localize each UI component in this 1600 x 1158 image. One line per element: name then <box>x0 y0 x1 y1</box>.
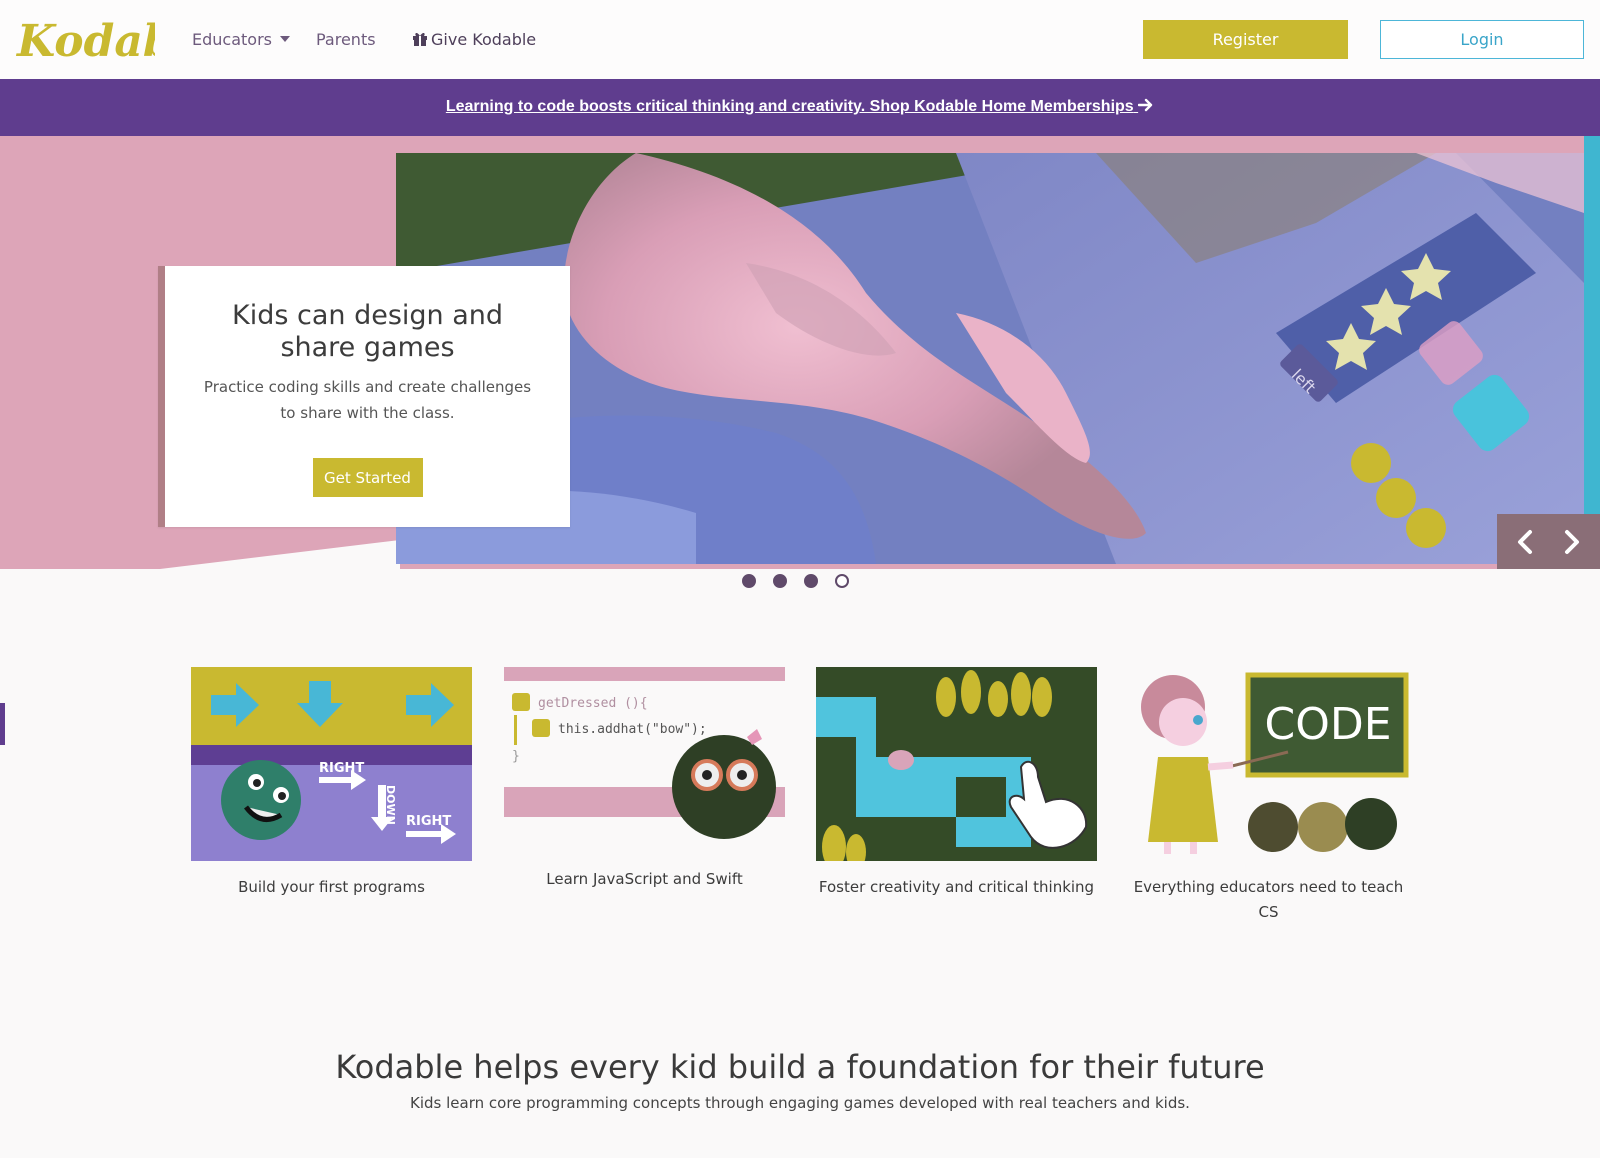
feature-card-programs[interactable]: RIGHT DOWN RIGHT Build your first progra… <box>191 667 472 900</box>
feature-image-educators: CODE <box>1128 667 1409 861</box>
code-line-1: getDressed (){ <box>538 696 648 711</box>
arrow-right-icon <box>1137 98 1153 112</box>
carousel-dots <box>742 574 849 588</box>
chevron-right-icon[interactable] <box>1554 525 1588 559</box>
register-button[interactable]: Register <box>1143 20 1348 59</box>
kodable-logo[interactable]: Kodable <box>15 10 155 68</box>
feature-image-creativity <box>816 667 1097 861</box>
tagline-title: Kodable helps every kid build a foundati… <box>335 1048 1265 1086</box>
hero-photo-tablet: left <box>396 153 1584 564</box>
promo-banner: Learning to code boosts critical thinkin… <box>0 79 1600 136</box>
nav-give-link[interactable]: Give Kodable <box>412 30 536 49</box>
code-line-2: this.addhat("bow"); <box>558 722 707 737</box>
promo-link-text: Learning to code boosts critical thinkin… <box>445 98 1134 115</box>
feature-image-programs: RIGHT DOWN RIGHT <box>191 667 472 861</box>
code-line-3: } <box>512 749 520 764</box>
nav-parents-link[interactable]: Parents <box>316 30 376 49</box>
top-nav: Kodable Educators Parents Give Kodable R… <box>0 0 1600 79</box>
side-feedback-tab[interactable] <box>0 703 5 745</box>
carousel-dot-3[interactable] <box>804 574 818 588</box>
tagline-section: Kodable helps every kid build a foundati… <box>0 1048 1600 1112</box>
chevron-down-icon <box>279 36 290 42</box>
hero-body: Practice coding skills and create challe… <box>203 378 532 422</box>
feature-image-javascript: getDressed (){ this.addhat("bow"); } <box>504 667 785 857</box>
feature-caption-javascript: Learn JavaScript and Swift <box>546 870 743 888</box>
chevron-left-icon[interactable] <box>1509 525 1543 559</box>
carousel-dot-1[interactable] <box>742 574 756 588</box>
carousel-controls <box>1497 514 1600 569</box>
hero-card: Kids can design and share games Practice… <box>158 266 570 527</box>
tagline-subtitle: Kids learn core programming concepts thr… <box>410 1094 1190 1112</box>
logo-text: Kodable <box>15 16 155 67</box>
next-slide-peek <box>1584 136 1600 514</box>
get-started-button[interactable]: Get Started <box>312 458 423 497</box>
carousel-dot-4-active[interactable] <box>835 574 849 588</box>
feature-card-educators[interactable]: CODE Everything educators need to teach … <box>1128 667 1409 925</box>
feature-caption-creativity: Foster creativity and critical thinking <box>818 878 1095 896</box>
nav-educators-label: Educators <box>192 30 272 49</box>
hero-title: Kids can design and share games <box>231 300 504 363</box>
label-right-1: RIGHT <box>319 761 364 776</box>
login-button[interactable]: Login <box>1380 20 1584 59</box>
feature-caption-programs: Build your first programs <box>238 878 425 896</box>
nav-give-label: Give Kodable <box>431 30 537 49</box>
nav-educators-dropdown[interactable]: Educators <box>192 30 290 49</box>
gift-icon <box>413 32 427 46</box>
promo-link[interactable]: Learning to code boosts critical thinkin… <box>446 98 1154 116</box>
chalkboard-text: CODE <box>1264 699 1391 750</box>
feature-card-javascript[interactable]: getDressed (){ this.addhat("bow"); } Lea… <box>504 667 785 892</box>
feature-caption-educators: Everything educators need to teach CS <box>1133 878 1404 921</box>
carousel-dot-2[interactable] <box>773 574 787 588</box>
feature-card-creativity[interactable]: Foster creativity and critical thinking <box>816 667 1097 900</box>
